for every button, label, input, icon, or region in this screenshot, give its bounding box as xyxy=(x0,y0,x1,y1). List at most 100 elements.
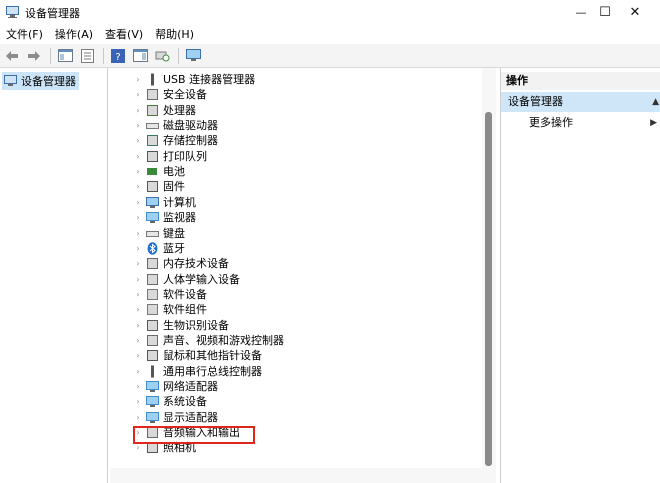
close-button[interactable]: ✕ xyxy=(612,0,658,24)
battery-icon xyxy=(147,168,157,176)
expand-chevron-icon[interactable]: › xyxy=(134,72,142,87)
expand-chevron-icon[interactable]: › xyxy=(134,241,142,256)
expand-chevron-icon[interactable]: › xyxy=(134,87,142,102)
tree-item[interactable]: › 网络适配器 xyxy=(110,379,482,394)
menu-action[interactable]: 操作(A) xyxy=(49,26,99,42)
expand-chevron-icon[interactable]: › xyxy=(134,256,142,271)
expand-chevron-icon[interactable]: › xyxy=(134,410,142,425)
menu-help[interactable]: 帮助(H) xyxy=(149,26,200,42)
tree-item[interactable]: › 电池 xyxy=(110,164,482,179)
tree-item[interactable]: › USB 连接器管理器 xyxy=(110,72,482,87)
expand-chevron-icon[interactable]: › xyxy=(134,195,142,210)
sound-icon xyxy=(147,334,158,346)
bluetooth-icon xyxy=(147,242,158,255)
expand-chevron-icon[interactable]: › xyxy=(134,302,142,317)
more-actions-item[interactable]: 更多操作 ▶ xyxy=(501,114,660,132)
scan-hardware-button[interactable] xyxy=(152,46,172,66)
expand-chevron-icon[interactable]: › xyxy=(134,149,142,164)
menu-bar: 文件(F) 操作(A) 查看(V) 帮助(H) xyxy=(0,24,660,44)
tree-item[interactable]: › 安全设备 xyxy=(110,87,482,102)
expand-chevron-icon[interactable]: › xyxy=(134,118,142,133)
expand-chevron-icon[interactable]: › xyxy=(134,103,142,118)
properties-button[interactable] xyxy=(77,46,97,66)
tree-item[interactable]: › 人体学输入设备 xyxy=(110,272,482,287)
tree-item-label: 生物识别设备 xyxy=(163,318,229,332)
expand-chevron-icon[interactable]: › xyxy=(134,333,142,348)
memory-device-icon xyxy=(147,258,158,270)
action-pane-toggle-button[interactable] xyxy=(130,46,150,66)
back-button[interactable] xyxy=(2,46,22,66)
expand-chevron-icon[interactable]: › xyxy=(134,272,142,287)
mouse-icon xyxy=(147,350,158,362)
maximize-icon: ☐ xyxy=(599,4,611,20)
tree-item-label: 鼠标和其他指针设备 xyxy=(163,349,262,363)
back-arrow-icon xyxy=(6,50,18,61)
expand-chevron-icon[interactable]: › xyxy=(134,210,142,225)
tree-item-label: 电池 xyxy=(163,165,185,179)
expand-chevron-icon[interactable]: › xyxy=(134,226,142,241)
tree-root-device-manager[interactable]: 设备管理器 xyxy=(2,72,79,90)
scrollbar-thumb[interactable] xyxy=(485,112,492,466)
tree-item[interactable]: › 打印队列 xyxy=(110,149,482,164)
tree-item[interactable]: › 声音、视频和游戏控制器 xyxy=(110,333,482,348)
tree-item[interactable]: › 显示适配器 xyxy=(110,410,482,425)
menu-view[interactable]: 查看(V) xyxy=(99,26,149,42)
vertical-scrollbar[interactable] xyxy=(482,68,496,468)
device-manager-icon xyxy=(6,6,19,18)
monitor-icon xyxy=(185,49,201,61)
forward-arrow-icon xyxy=(28,50,40,61)
monitor-icon xyxy=(146,212,159,224)
device-tree: › USB 连接器管理器 › 安全设备 › 处理器 › 磁盘驱动器 › 存储控制器 › 打印队列 › 电池… xyxy=(110,68,482,468)
tree-item[interactable]: › 处理器 xyxy=(110,103,482,118)
processor-icon xyxy=(147,104,158,116)
expand-chevron-icon[interactable]: › xyxy=(134,364,142,379)
tree-item[interactable]: › 磁盘驱动器 xyxy=(110,118,482,133)
tree-item-label: 计算机 xyxy=(163,195,196,209)
help-icon: ? xyxy=(111,48,125,63)
tree-item[interactable]: › 计算机 xyxy=(110,195,482,210)
scan-hardware-icon xyxy=(155,51,169,62)
expand-chevron-icon[interactable]: › xyxy=(134,287,142,302)
tree-item[interactable]: › 软件组件 xyxy=(110,302,482,317)
help-button[interactable]: ? xyxy=(108,46,128,66)
expand-chevron-icon[interactable]: › xyxy=(134,379,142,394)
horizontal-scrollbar[interactable] xyxy=(110,468,496,483)
expand-chevron-icon[interactable]: › xyxy=(134,394,142,409)
menu-file[interactable]: 文件(F) xyxy=(0,26,49,42)
display-adapter-icon xyxy=(146,411,159,423)
tree-item-label: 打印队列 xyxy=(163,149,207,163)
tree-item[interactable]: › 鼠标和其他指针设备 xyxy=(110,348,482,363)
tree-item-label: 软件组件 xyxy=(163,303,207,317)
tree-item[interactable]: › 通用串行总线控制器 xyxy=(110,364,482,379)
tree-item[interactable]: › 生物识别设备 xyxy=(110,318,482,333)
expand-chevron-icon[interactable]: › xyxy=(134,348,142,363)
usb-controller-icon xyxy=(151,365,154,378)
expand-chevron-icon[interactable]: › xyxy=(134,318,142,333)
tree-item-label: 系统设备 xyxy=(163,395,207,409)
window-title: 设备管理器 xyxy=(25,7,80,20)
actions-section-device-manager[interactable]: 设备管理器 ▲ xyxy=(501,92,660,112)
tree-item[interactable]: › 存储控制器 xyxy=(110,133,482,148)
tree-item[interactable]: › 键盘 xyxy=(110,226,482,241)
console-tree-icon xyxy=(57,49,73,62)
tree-item-label: 键盘 xyxy=(163,226,185,240)
tree-item-label: 安全设备 xyxy=(163,88,207,102)
toolbar: ? xyxy=(0,44,660,68)
highlight-box xyxy=(133,426,255,444)
tree-item[interactable]: › 软件设备 xyxy=(110,287,482,302)
properties-icon xyxy=(80,48,94,63)
monitor-button[interactable] xyxy=(183,46,203,66)
tree-item[interactable]: › 固件 xyxy=(110,179,482,194)
system-device-icon xyxy=(146,396,159,408)
tree-item[interactable]: › 内存技术设备 xyxy=(110,256,482,271)
show-hide-console-tree-button[interactable] xyxy=(55,46,75,66)
keyboard-icon xyxy=(146,230,159,237)
expand-chevron-icon[interactable]: › xyxy=(134,164,142,179)
firmware-icon xyxy=(147,181,158,193)
tree-item[interactable]: › 系统设备 xyxy=(110,394,482,409)
expand-chevron-icon[interactable]: › xyxy=(134,179,142,194)
forward-button[interactable] xyxy=(24,46,44,66)
tree-item[interactable]: › 蓝牙 xyxy=(110,241,482,256)
expand-chevron-icon[interactable]: › xyxy=(134,133,142,148)
tree-item[interactable]: › 监视器 xyxy=(110,210,482,225)
